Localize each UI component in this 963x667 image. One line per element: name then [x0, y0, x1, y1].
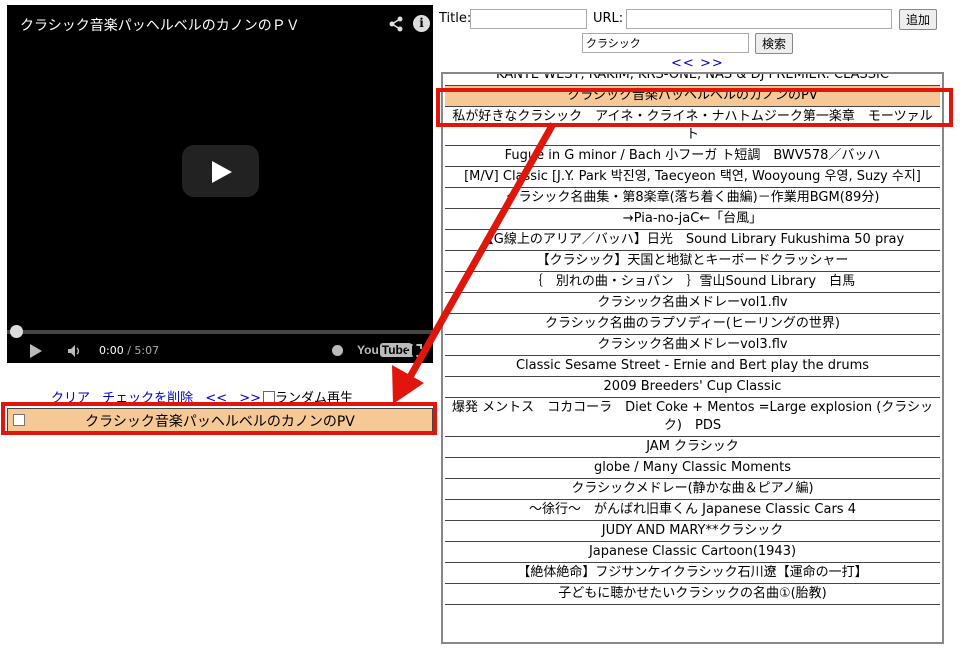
play-icon[interactable]	[30, 344, 42, 358]
time-display: 0:00 / 5:07	[99, 344, 159, 357]
result-row[interactable]: KANYE WEST, RAKIM, KRS-ONE, NAS & DJ PRE…	[445, 74, 940, 86]
result-row[interactable]: ～徐行～ がんばれ旧車くん Japanese Classic Cars 4	[445, 500, 940, 521]
result-row[interactable]: 2009 Breeders' Cup Classic	[445, 377, 940, 398]
video-title[interactable]: クラシック音楽パッヘルベルのカノンのＰＶ	[20, 15, 300, 35]
url-label: URL:	[593, 11, 624, 26]
info-icon[interactable]: i	[413, 15, 430, 32]
results-pager: << >>	[671, 56, 724, 71]
volume-icon[interactable]	[67, 344, 81, 358]
result-row[interactable]: クラシック名曲メドレーvol3.flv	[445, 335, 940, 356]
youtube-logo[interactable]: You Tube	[357, 343, 412, 357]
time-current: 0:00	[99, 344, 124, 357]
search-button[interactable]: 検索	[755, 33, 794, 54]
annotation-box-result	[436, 88, 953, 127]
search-results[interactable]: KANYE WEST, RAKIM, KRS-ONE, NAS & DJ PRE…	[441, 72, 944, 644]
result-row[interactable]: 爆発 メントス コカコーラ Diet Coke + Mentos =Large …	[445, 398, 940, 437]
results-prev-link[interactable]: <<	[671, 56, 695, 71]
result-row[interactable]: クラシック名曲のラプソディー(ヒーリングの世界)	[445, 314, 940, 335]
time-total: / 5:07	[127, 344, 160, 357]
result-row[interactable]: クラシック名曲集・第8楽章(落ち着く曲編)－作業用BGM(89分)	[445, 188, 940, 209]
video-player[interactable]: クラシック音楽パッヘルベルのカノンのＰＶ i 0:00 / 5:07 You Tu…	[7, 5, 433, 363]
result-row[interactable]: クラシック名曲メドレーvol1.flv	[445, 293, 940, 314]
result-row[interactable]: 【G線上のアリア／バッハ】日光 Sound Library Fukushima …	[445, 230, 940, 251]
search-input[interactable]	[582, 33, 749, 53]
result-row[interactable]: 【絶体絶命】フジサンケイクラシック石川遼【運命の一打】	[445, 563, 940, 584]
progress-bar[interactable]	[7, 330, 433, 334]
result-row[interactable]: Japanese Classic Cartoon(1943)	[445, 542, 940, 563]
results-next-link[interactable]: >>	[700, 56, 724, 71]
result-row[interactable]: JAM クラシック	[445, 437, 940, 458]
add-button[interactable]: 追加	[899, 9, 938, 30]
result-row[interactable]: [M/V] Classic [J.Y. Park 박진영, Taecyeon 택…	[445, 167, 940, 188]
url-input[interactable]	[626, 9, 892, 29]
result-row[interactable]: 子どもに聴かせたいクラシックの名曲①(胎教)	[445, 584, 940, 605]
fullscreen-icon[interactable]	[407, 344, 422, 357]
watch-later-icon[interactable]	[332, 345, 343, 356]
result-row[interactable]: 【クラシック】天国と地獄とキーボードクラッシャー	[445, 251, 940, 272]
result-row[interactable]: →Pia-no-jaC←「台風」	[445, 209, 940, 230]
results-list: KANYE WEST, RAKIM, KRS-ONE, NAS & DJ PRE…	[443, 74, 942, 605]
result-row[interactable]: JUDY AND MARY**クラシック	[445, 521, 940, 542]
annotation-box-playlist	[1, 402, 437, 435]
share-icon[interactable]	[388, 16, 404, 32]
result-row[interactable]: Classic Sesame Street - Ernie and Bert p…	[445, 356, 940, 377]
result-row[interactable]: globe / Many Classic Moments	[445, 458, 940, 479]
play-button[interactable]	[182, 145, 259, 197]
result-row[interactable]: ｛ 別れの曲・ショパン ｝雪山Sound Library 白馬	[445, 272, 940, 293]
result-row[interactable]: Fugue in G minor / Bach 小フーガ ト短調 BWV578／…	[445, 146, 940, 167]
title-label: Title:	[439, 11, 472, 26]
title-input[interactable]	[470, 9, 587, 29]
scrubber-handle[interactable]	[10, 325, 23, 338]
result-row[interactable]: クラシックメドレー(静かな曲＆ピアノ編)	[445, 479, 940, 500]
